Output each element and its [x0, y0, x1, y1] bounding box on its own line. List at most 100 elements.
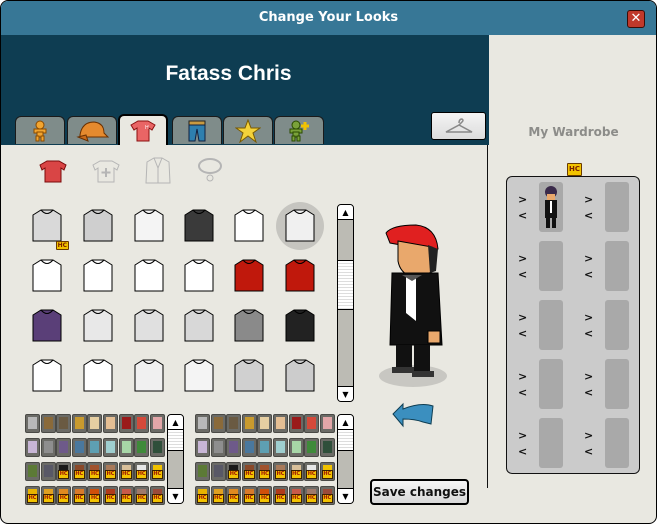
color-swatch[interactable]: [25, 462, 40, 481]
color-swatch[interactable]: HC: [25, 486, 40, 505]
color-swatch[interactable]: [319, 438, 335, 457]
color-swatch[interactable]: [257, 438, 273, 457]
load-outfit-arrow[interactable]: <: [518, 269, 527, 280]
color-swatch[interactable]: HC: [118, 486, 134, 505]
color-swatch[interactable]: [273, 438, 288, 457]
color-swatch[interactable]: HC: [319, 486, 335, 505]
load-outfit-arrow[interactable]: <: [584, 446, 593, 457]
color-swatch[interactable]: HC: [71, 486, 87, 505]
color-swatch[interactable]: [87, 414, 103, 433]
color-swatch[interactable]: [304, 414, 320, 433]
color-swatch[interactable]: [195, 462, 210, 481]
color-swatch[interactable]: [288, 438, 304, 457]
clothing-item[interactable]: [175, 302, 223, 350]
color-swatch[interactable]: [149, 414, 165, 433]
color-swatch[interactable]: HC: [87, 486, 103, 505]
color-swatch[interactable]: [103, 414, 118, 433]
wardrobe-slot[interactable]: [605, 300, 629, 350]
secondary-palette-scrollbar[interactable]: ▲ ▼: [337, 414, 354, 504]
color-swatch[interactable]: HC: [56, 462, 72, 481]
clothing-item[interactable]: [74, 302, 122, 350]
color-swatch[interactable]: HC: [103, 486, 118, 505]
scroll-down-button[interactable]: ▼: [338, 386, 353, 401]
color-swatch[interactable]: [241, 438, 257, 457]
clothing-item[interactable]: [23, 302, 71, 350]
color-swatch[interactable]: HC: [319, 462, 335, 481]
scroll-thumb[interactable]: [168, 429, 183, 451]
wardrobe-slot[interactable]: [539, 359, 563, 409]
clothing-item[interactable]: [74, 352, 122, 400]
wardrobe-slot[interactable]: [605, 418, 629, 468]
save-outfit-arrow[interactable]: >: [584, 194, 593, 205]
color-swatch[interactable]: [319, 414, 335, 433]
tab-bottoms[interactable]: [172, 116, 222, 144]
color-swatch[interactable]: HC: [149, 486, 165, 505]
color-swatch[interactable]: [288, 414, 304, 433]
color-swatch[interactable]: [118, 438, 134, 457]
wardrobe-slot[interactable]: [605, 182, 629, 232]
color-swatch[interactable]: HC: [40, 486, 56, 505]
color-swatch[interactable]: [195, 438, 210, 457]
clothing-item[interactable]: [276, 252, 324, 300]
items-scrollbar[interactable]: ▲ ▼: [337, 204, 354, 402]
scroll-thumb[interactable]: [338, 260, 353, 310]
scroll-up-button[interactable]: ▲: [168, 415, 183, 430]
clothing-item[interactable]: [225, 352, 273, 400]
color-swatch[interactable]: HC: [304, 486, 320, 505]
save-outfit-arrow[interactable]: >: [584, 430, 593, 441]
save-outfit-arrow[interactable]: >: [518, 194, 527, 205]
color-swatch[interactable]: HC: [87, 462, 103, 481]
subcat-prints[interactable]: [89, 154, 123, 188]
color-swatch[interactable]: [134, 438, 150, 457]
save-outfit-arrow[interactable]: >: [584, 253, 593, 264]
color-swatch[interactable]: [134, 414, 150, 433]
load-outfit-arrow[interactable]: <: [584, 328, 593, 339]
color-swatch[interactable]: [273, 414, 288, 433]
tab-tops[interactable]: H: [118, 114, 168, 145]
load-outfit-arrow[interactable]: <: [584, 269, 593, 280]
color-swatch[interactable]: HC: [195, 486, 210, 505]
save-changes-button[interactable]: Save changes: [370, 479, 469, 505]
tab-effects[interactable]: [274, 116, 324, 144]
color-swatch[interactable]: [56, 414, 72, 433]
load-outfit-arrow[interactable]: <: [584, 210, 593, 221]
title-bar[interactable]: Change Your Looks ✕: [1, 1, 656, 35]
color-swatch[interactable]: [56, 438, 72, 457]
color-swatch[interactable]: [226, 414, 242, 433]
clothing-item[interactable]: [125, 302, 173, 350]
clothing-item[interactable]: [74, 252, 122, 300]
wardrobe-slot[interactable]: [539, 182, 563, 232]
load-outfit-arrow[interactable]: <: [584, 387, 593, 398]
color-swatch[interactable]: HC: [226, 462, 242, 481]
color-swatch[interactable]: [25, 414, 40, 433]
wardrobe-slot[interactable]: [539, 418, 563, 468]
subcat-accessories[interactable]: [193, 154, 227, 188]
color-swatch[interactable]: HC: [210, 486, 226, 505]
save-outfit-arrow[interactable]: >: [518, 253, 527, 264]
color-swatch[interactable]: [40, 414, 56, 433]
wardrobe-slot[interactable]: [605, 359, 629, 409]
load-outfit-arrow[interactable]: <: [518, 210, 527, 221]
clothing-item[interactable]: [125, 252, 173, 300]
clothing-item[interactable]: [225, 252, 273, 300]
clothing-item[interactable]: [175, 202, 223, 250]
tab-head[interactable]: [67, 116, 117, 144]
clothing-item[interactable]: HC: [23, 202, 71, 250]
load-outfit-arrow[interactable]: <: [518, 446, 527, 457]
load-outfit-arrow[interactable]: <: [518, 387, 527, 398]
color-swatch[interactable]: [118, 414, 134, 433]
scroll-down-button[interactable]: ▼: [168, 488, 183, 503]
clothing-item[interactable]: [276, 202, 324, 250]
clothing-item[interactable]: [125, 202, 173, 250]
primary-palette-scrollbar[interactable]: ▲ ▼: [167, 414, 184, 504]
save-outfit-arrow[interactable]: >: [518, 312, 527, 323]
color-swatch[interactable]: [40, 462, 56, 481]
rotate-avatar-button[interactable]: [391, 398, 437, 432]
color-swatch[interactable]: [257, 414, 273, 433]
color-swatch[interactable]: HC: [241, 486, 257, 505]
color-swatch[interactable]: [25, 438, 40, 457]
save-outfit-arrow[interactable]: >: [518, 430, 527, 441]
scroll-thumb[interactable]: [338, 429, 353, 451]
subcat-shirts[interactable]: [36, 154, 70, 188]
load-outfit-arrow[interactable]: <: [518, 328, 527, 339]
